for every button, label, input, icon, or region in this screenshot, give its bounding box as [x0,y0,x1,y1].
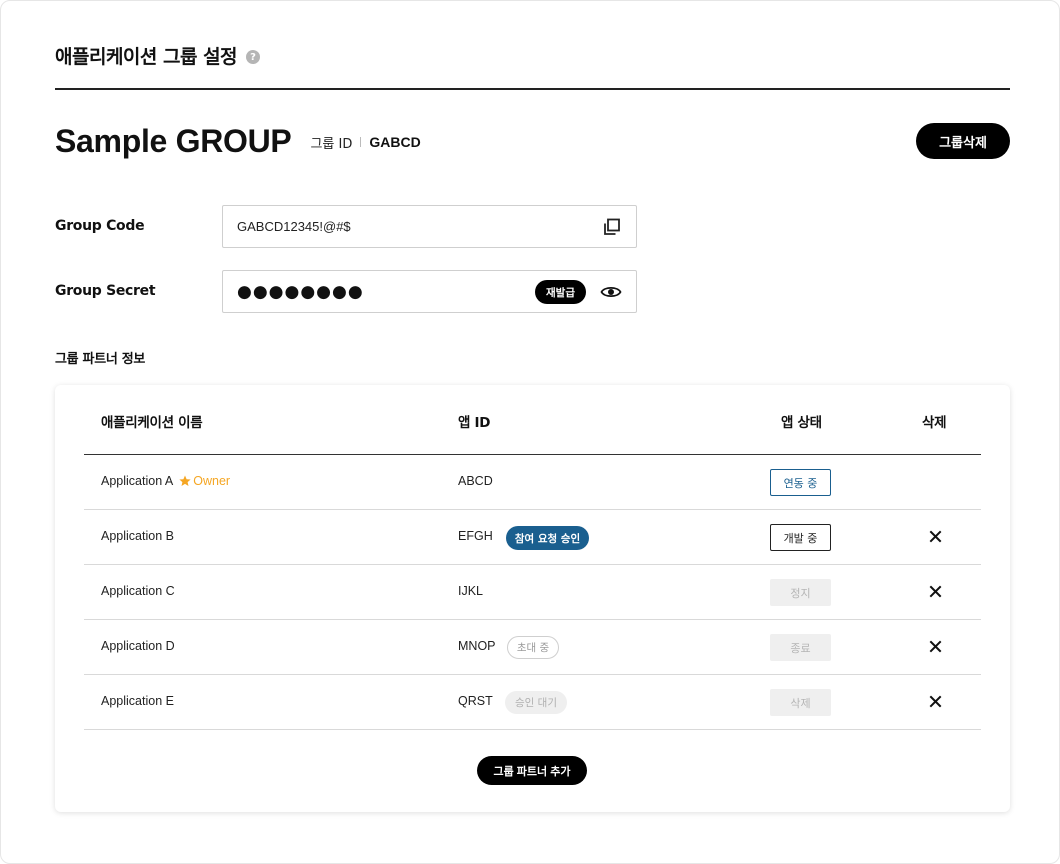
app-name: Application B [101,529,174,543]
divider [360,137,362,147]
star-icon [179,475,191,486]
table-row: Application D MNOP 초대 중 종료 [84,620,981,675]
column-header-app-status: 앱 상태 [781,415,822,431]
status-badge[interactable]: 연동 중 [770,469,831,496]
table-row: Application E QRST 승인 대기 삭제 [84,675,981,730]
app-id: EFGH [458,529,493,543]
app-name: Application D [101,639,175,653]
close-icon[interactable] [929,695,942,708]
owner-label: Owner [193,474,231,488]
eye-icon[interactable] [600,283,622,301]
app-name-cell: Application A Owner [101,474,230,488]
help-icon[interactable]: ? [246,50,261,64]
app-id: QRST [458,694,493,708]
partners-table: 애플리케이션 이름 앱 ID 앱 상태 삭제 Application A Own… [55,385,1010,812]
status-badge: 종료 [770,634,831,661]
table-row: Application B EFGH 참여 요청 승인 개발 중 [84,510,981,565]
group-summary: Sample GROUP 그룹 ID GABCD 그룹삭제 [55,121,1010,161]
table-row: Application A Owner ABCD 연동 중 [84,455,981,510]
app-name: Application A [101,474,174,488]
page-title: 애플리케이션 그룹 설정 [55,46,238,68]
column-header-app-name: 애플리케이션 이름 [101,415,203,431]
close-icon[interactable] [929,530,942,543]
app-id: IJKL [458,584,484,598]
copy-icon[interactable] [603,218,621,236]
group-name: Sample GROUP [55,122,292,159]
app-name: Application C [101,584,175,598]
status-badge[interactable]: 개발 중 [770,524,831,551]
table-row: Application C IJKL 정지 [84,565,981,620]
inviting-badge: 초대 중 [507,636,559,659]
pending-approval-badge: 승인 대기 [505,691,567,714]
partners-section-title: 그룹 파트너 정보 [55,352,146,367]
group-secret-value: ●●●●●●●● [237,281,364,302]
column-header-delete: 삭제 [922,415,947,431]
group-code-label: Group Code [55,218,145,234]
group-id-label: 그룹 ID [310,136,353,152]
group-code-field: GABCD12345!@#$ [222,205,637,248]
close-icon[interactable] [929,640,942,653]
delete-group-button[interactable]: 그룹삭제 [916,123,1010,159]
approve-request-button[interactable]: 참여 요청 승인 [506,526,589,550]
group-secret-label: Group Secret [55,283,156,299]
table-header: 애플리케이션 이름 앱 ID 앱 상태 삭제 [84,385,981,455]
status-badge: 삭제 [770,689,831,716]
group-secret-field: ●●●●●●●● 재발급 [222,270,637,313]
group-code-value: GABCD12345!@#$ [237,219,351,234]
app-id: MNOP [458,639,496,653]
add-partner-button[interactable]: 그룹 파트너 추가 [477,756,587,785]
close-icon[interactable] [929,585,942,598]
status-badge: 정지 [770,579,831,606]
page-header: 애플리케이션 그룹 설정 ? [55,43,1010,90]
group-id-value: GABCD [369,134,421,150]
app-name: Application E [101,694,174,708]
settings-panel: 애플리케이션 그룹 설정 ? Sample GROUP 그룹 ID GABCD … [0,0,1060,864]
app-id: ABCD [458,474,493,488]
reissue-button[interactable]: 재발급 [535,280,586,304]
column-header-app-id: 앱 ID [458,415,491,431]
